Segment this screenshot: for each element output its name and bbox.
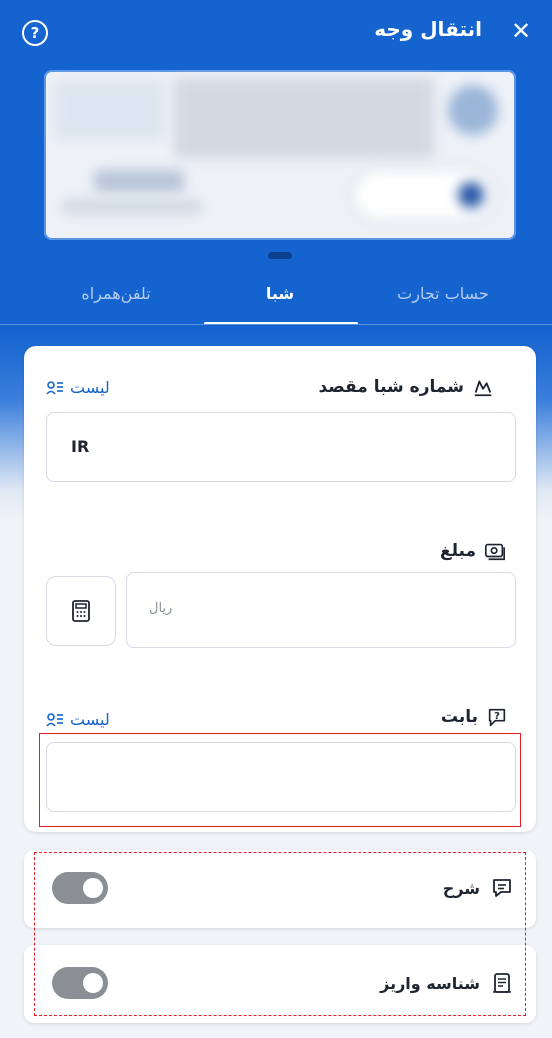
amount-label: مبلغ: [440, 540, 506, 562]
list-icon: [46, 380, 63, 395]
bank-card-carousel[interactable]: [44, 70, 516, 240]
app-header: ✕ انتقال وجه ?: [0, 0, 552, 64]
tab-tejarat-account[interactable]: حساب تجارت: [378, 272, 508, 324]
reason-label-text: بابت: [440, 707, 478, 727]
blurred-card-icon: [458, 182, 484, 208]
blurred-card-area: [54, 80, 164, 140]
tabs-divider: [0, 324, 552, 325]
help-circle-icon[interactable]: ?: [22, 20, 48, 46]
iban-list-text: لیست: [70, 378, 110, 397]
close-icon[interactable]: ✕: [508, 18, 534, 44]
iban-label: شماره شبا مقصد: [318, 376, 494, 398]
iban-label-text: شماره شبا مقصد: [318, 377, 464, 397]
svg-text:?: ?: [494, 711, 500, 722]
blurred-card-text: [94, 170, 184, 192]
iban-list-link[interactable]: لیست: [46, 378, 110, 397]
reason-label: ? بابت: [441, 706, 508, 728]
iban-value: IR: [71, 437, 90, 456]
list-icon: [46, 712, 63, 727]
tab-sheba[interactable]: شبا: [204, 272, 356, 324]
blurred-card-text: [62, 200, 202, 214]
question-icon: ?: [488, 708, 506, 727]
page-title: انتقال وجه: [374, 17, 482, 41]
blurred-card-area: [174, 78, 434, 158]
blurred-bank-logo: [448, 85, 498, 135]
carousel-indicator[interactable]: [268, 252, 292, 259]
amount-placeholder: ریال: [149, 601, 173, 616]
money-icon: [485, 543, 505, 561]
reason-list-link[interactable]: لیست: [46, 710, 110, 729]
options-annotation: [34, 852, 526, 1016]
calculator-icon: [72, 600, 90, 622]
amount-label-text: مبلغ: [439, 541, 476, 561]
amount-input[interactable]: ریال: [126, 572, 516, 648]
bottom-strip: [0, 1030, 552, 1038]
iban-input[interactable]: IR: [46, 412, 516, 482]
iban-icon: [474, 380, 492, 397]
calculator-button[interactable]: [46, 576, 116, 646]
tab-mobile[interactable]: تلفن‌همراه: [46, 272, 186, 324]
reason-list-text: لیست: [70, 710, 110, 729]
transfer-tabs: حساب تجارت شبا تلفن‌همراه: [0, 272, 552, 324]
highlight-annotation: [39, 733, 521, 827]
